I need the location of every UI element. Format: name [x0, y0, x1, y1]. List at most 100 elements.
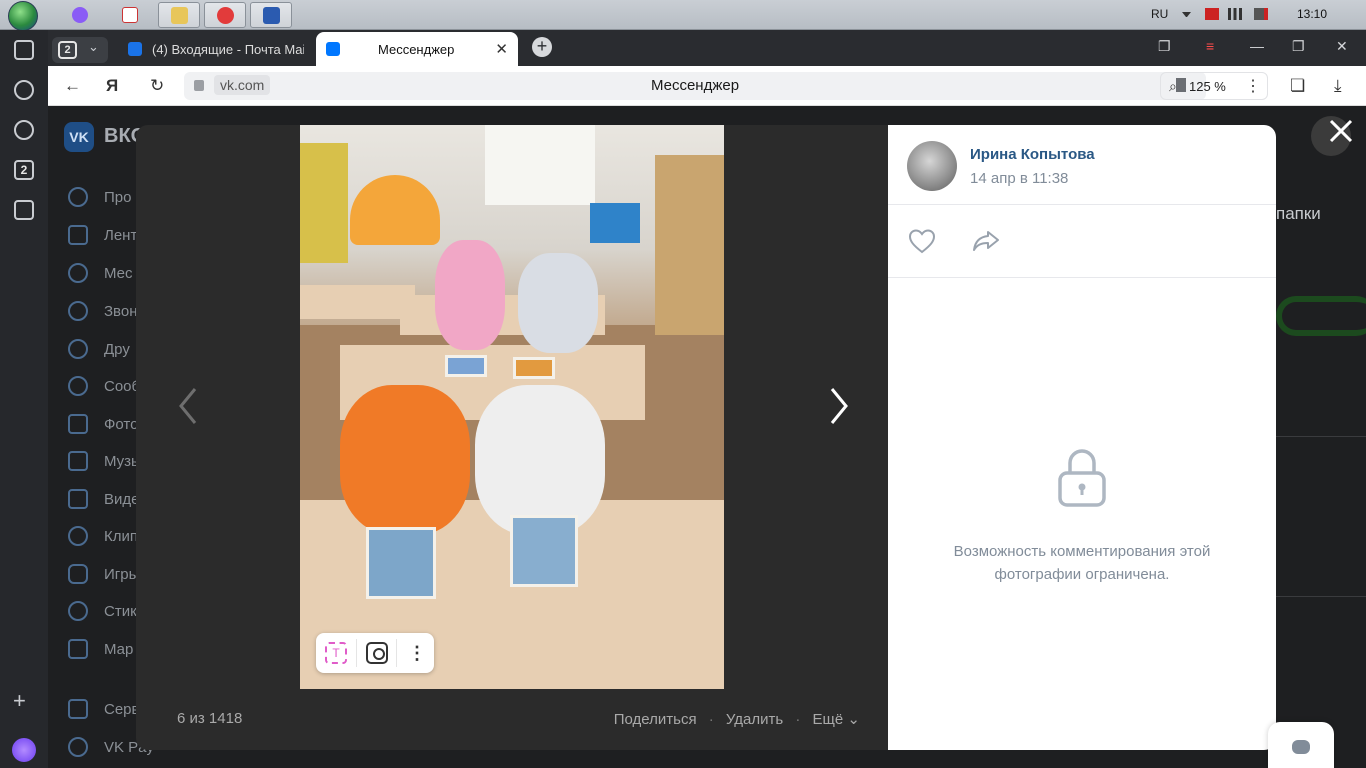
taskbar-yandex-pin[interactable] [112, 2, 146, 28]
market-icon [68, 639, 88, 659]
taskbar-word[interactable] [250, 2, 292, 28]
photo-shelf [300, 143, 348, 263]
photo-card [510, 515, 578, 587]
vkpay-icon [68, 737, 88, 757]
share-button[interactable]: Поделиться [614, 711, 697, 728]
sidebar-item-label: Мес [104, 265, 133, 282]
video-icon [68, 489, 88, 509]
photo-shelf [655, 155, 724, 335]
tray-volume-icon[interactable] [1254, 8, 1268, 20]
tab-messenger[interactable]: Мессенджер ✕ [316, 32, 518, 66]
taskbar-explorer[interactable] [158, 2, 200, 28]
tabs-counter-icon[interactable]: 2 [14, 160, 34, 180]
more-button[interactable]: Ещё ⌄ [813, 710, 860, 728]
kebab-menu-icon[interactable]: ⋮ [1245, 76, 1261, 96]
history-icon[interactable] [14, 80, 34, 100]
photo-actions: Поделиться · Удалить · Ещё ⌄ [614, 710, 860, 728]
address-bar[interactable]: vk.com Мессенджер [184, 72, 1206, 100]
collections-toolbar-icon[interactable]: ❏ [1290, 76, 1305, 96]
menu-icon[interactable]: ≡ [1206, 38, 1214, 54]
tab-title: Мессенджер [378, 42, 455, 57]
next-photo-button[interactable] [824, 383, 854, 429]
alice-icon [72, 7, 88, 23]
yandex-home-icon[interactable]: Я [106, 76, 118, 96]
photo-image[interactable]: T ⋮ [300, 125, 724, 689]
divider [1276, 436, 1366, 437]
new-tab-button[interactable]: + [532, 37, 552, 57]
photo-counter: 6 из 1418 [177, 710, 243, 727]
photo-toy [350, 175, 440, 245]
yandex-browser-icon [217, 7, 234, 24]
vk-logo-icon[interactable]: VK [64, 122, 94, 152]
stickers-icon [68, 601, 88, 621]
play-icon[interactable] [14, 120, 34, 140]
close-viewer-icon[interactable] [1326, 116, 1356, 146]
lock-icon [1058, 449, 1106, 507]
tray-chevron-icon[interactable] [1182, 12, 1191, 17]
chevron-down-icon: ⌄ [847, 711, 860, 728]
sidebar-item-label: Клип [104, 528, 138, 545]
kebab-menu-icon[interactable]: ⋮ [406, 642, 428, 664]
language-indicator[interactable]: RU [1151, 7, 1168, 21]
divider [396, 639, 397, 667]
reload-icon[interactable]: ↻ [150, 76, 164, 96]
close-tab-icon[interactable]: ✕ [495, 40, 508, 58]
close-window-icon[interactable]: ✕ [1336, 38, 1348, 55]
sidebar-item-label: Фото [104, 416, 139, 433]
photo-window [485, 125, 595, 205]
music-icon [68, 451, 88, 471]
taskbar-yandex-browser[interactable] [204, 2, 246, 28]
sidebar-item-label: Стик [104, 603, 137, 620]
background-decoration [1276, 296, 1366, 336]
author-name[interactable]: Ирина Копытова [970, 146, 1095, 163]
sidebar-item-label: Звон [104, 303, 138, 320]
divider [356, 639, 357, 667]
restore-icon[interactable]: ❐ [1292, 38, 1305, 55]
tab-group-button[interactable]: 2 ⌄ [52, 37, 108, 63]
add-panel-icon[interactable]: + [13, 688, 26, 714]
sidebar-item-label: Мар [104, 641, 134, 658]
post-date[interactable]: 14 апр в 11:38 [970, 170, 1068, 187]
author-avatar[interactable] [907, 141, 957, 191]
text-recognition-icon[interactable]: T [325, 642, 347, 664]
sidebar-item-label: Серв [104, 701, 140, 718]
zoom-control[interactable]: ⌕ 125 % ⋮ [1160, 72, 1268, 100]
communities-icon [68, 376, 88, 396]
feed-icon [68, 225, 88, 245]
taskbar-alice-pin[interactable] [62, 2, 96, 28]
windows-taskbar: RU 13:10 [0, 0, 1366, 31]
tray-battery-icon[interactable] [1205, 8, 1219, 20]
tab-manager-icon[interactable]: ❐ [1158, 38, 1171, 55]
share-icon[interactable] [971, 226, 1001, 256]
screenshot-icon[interactable] [14, 200, 34, 220]
collections-icon[interactable] [14, 40, 34, 60]
yandex-icon [122, 7, 138, 23]
folders-label: папки [1276, 204, 1321, 223]
camera-search-icon[interactable] [366, 642, 388, 664]
more-label: Ещё [812, 711, 844, 728]
comments-restricted-message: Возможность комментирования этой фотогра… [953, 543, 1211, 583]
start-button[interactable] [8, 1, 38, 31]
messenger-favicon-icon [326, 42, 340, 56]
sidebar-item-label: Лент [104, 227, 138, 244]
clock[interactable]: 13:10 [1297, 7, 1327, 21]
back-icon[interactable]: ← [64, 76, 81, 96]
downloads-icon[interactable]: ⤓ [1334, 76, 1342, 96]
photo-card [513, 357, 555, 379]
alice-assistant-icon[interactable] [12, 738, 36, 762]
browser-sidebar: 2 + ••• [0, 30, 48, 768]
heart-icon[interactable] [907, 226, 937, 256]
previous-photo-button[interactable] [173, 383, 203, 429]
tab-title: (4) Входящие - Почта Mail [152, 42, 304, 57]
minimize-icon[interactable]: — [1250, 38, 1264, 54]
tray-signal-icon[interactable] [1228, 8, 1242, 20]
profile-icon [68, 187, 88, 207]
tab-mail[interactable]: (4) Входящие - Почта Mail [118, 32, 316, 66]
clips-icon [68, 526, 88, 546]
sidebar-item-label: Про [104, 189, 132, 206]
messenger-chat-button[interactable] [1268, 722, 1334, 768]
photo-tools-bar: T ⋮ [316, 633, 434, 673]
photo-child [475, 385, 605, 535]
delete-button[interactable]: Удалить [726, 711, 783, 728]
photo-child [340, 385, 470, 535]
